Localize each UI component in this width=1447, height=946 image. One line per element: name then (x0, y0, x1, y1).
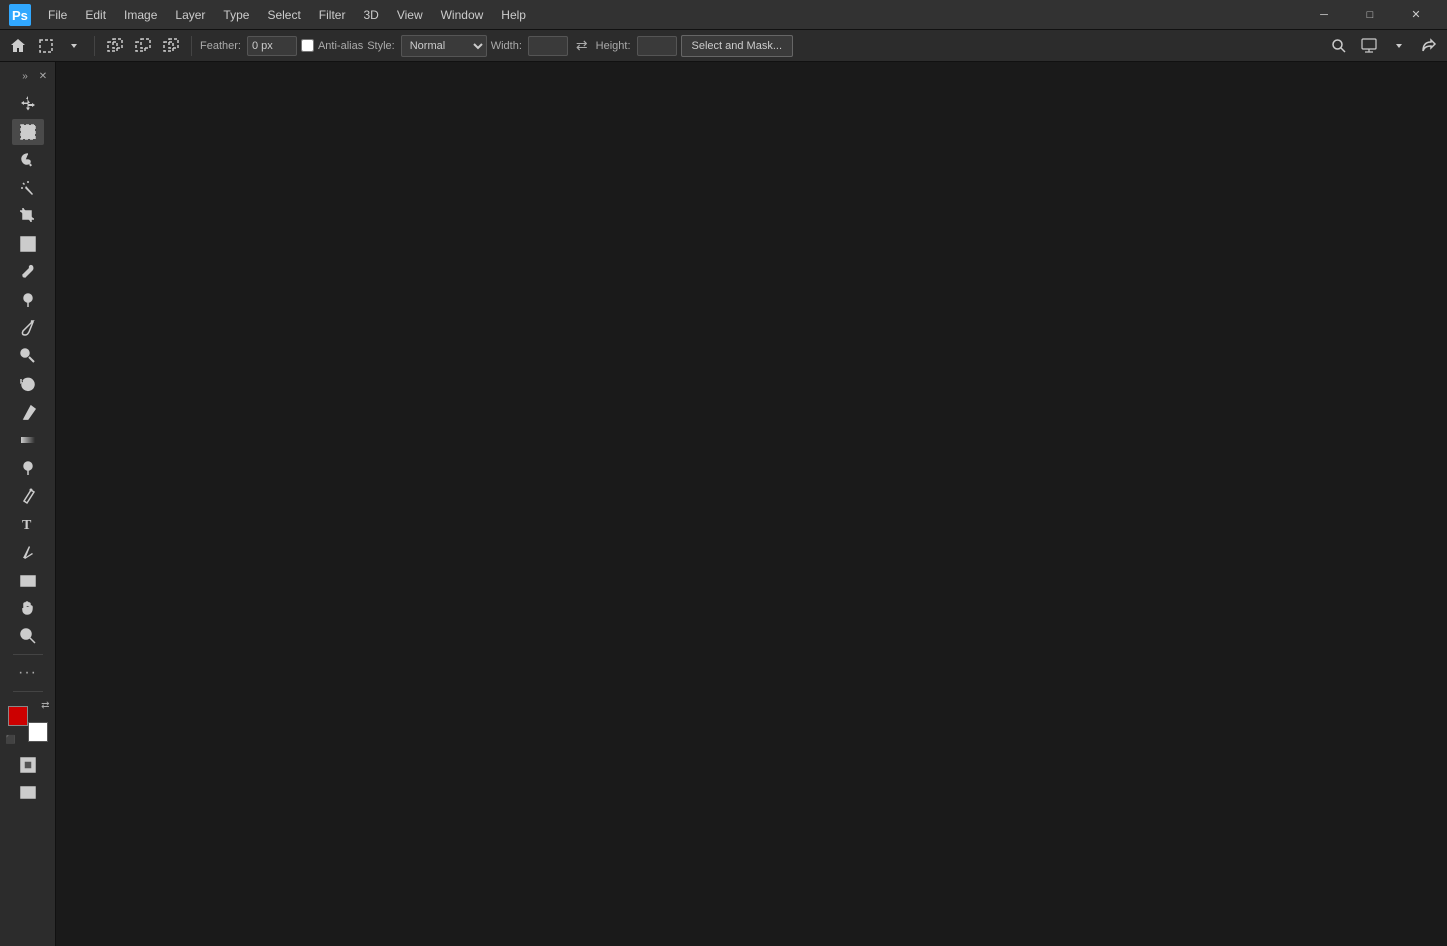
background-color-swatch[interactable] (28, 722, 48, 742)
move-tool[interactable] (12, 91, 44, 117)
workspace-icon[interactable] (1357, 34, 1381, 58)
select-and-mask-button[interactable]: Select and Mask... (681, 35, 794, 57)
minimize-button[interactable]: ─ (1301, 0, 1347, 30)
style-select[interactable]: Normal Fixed Ratio Fixed Size (401, 35, 487, 57)
menu-image[interactable]: Image (116, 6, 165, 24)
selection-dropdown[interactable] (62, 34, 86, 58)
search-icon[interactable] (1327, 34, 1351, 58)
collapse-panel-button[interactable]: » (17, 68, 33, 84)
anti-alias-label: Anti-alias (301, 39, 363, 52)
brush-tool[interactable] (12, 315, 44, 341)
swap-colors-button[interactable]: ⇄ (41, 700, 49, 711)
menu-type[interactable]: Type (215, 6, 257, 24)
lasso-tool[interactable] (12, 147, 44, 173)
tool-separator-2 (13, 691, 43, 692)
menu-select[interactable]: Select (259, 6, 308, 24)
screen-mode-button[interactable] (12, 780, 44, 806)
history-brush-tool[interactable] (12, 371, 44, 397)
workspace-dropdown-icon[interactable] (1387, 34, 1411, 58)
eyedropper-tool[interactable] (12, 259, 44, 285)
menu-bar: File Edit Image Layer Type Select Filter… (40, 6, 1301, 24)
crop-tool[interactable] (12, 203, 44, 229)
subtract-from-selection-button[interactable] (131, 34, 155, 58)
quick-mask-button[interactable] (12, 752, 44, 778)
shape-tool[interactable] (12, 567, 44, 593)
menu-view[interactable]: View (389, 6, 431, 24)
menu-layer[interactable]: Layer (167, 6, 213, 24)
menu-edit[interactable]: Edit (77, 6, 114, 24)
menu-window[interactable]: Window (433, 6, 492, 24)
app-logo: Ps (8, 3, 32, 27)
default-colors-button[interactable]: ⬛ (6, 735, 16, 744)
add-to-selection-button[interactable] (103, 34, 127, 58)
color-swatch-area: ⇄ ⬛ (6, 700, 50, 744)
share-icon[interactable] (1417, 34, 1441, 58)
foreground-color-swatch[interactable] (8, 706, 28, 726)
gradient-tool[interactable] (12, 427, 44, 453)
width-input[interactable] (528, 36, 568, 56)
title-bar: Ps File Edit Image Layer Type Select Fil… (0, 0, 1447, 30)
marquee-tool[interactable] (12, 119, 44, 145)
frame-tool[interactable] (12, 231, 44, 257)
dodge-tool[interactable] (12, 455, 44, 481)
magic-wand-tool[interactable] (12, 175, 44, 201)
options-right (1327, 34, 1441, 58)
zoom-tool[interactable] (12, 623, 44, 649)
pen-tool[interactable] (12, 483, 44, 509)
anti-alias-checkbox[interactable] (301, 39, 314, 52)
canvas-area (56, 62, 1447, 946)
clone-stamp-tool[interactable] (12, 343, 44, 369)
eraser-tool[interactable] (12, 399, 44, 425)
svg-text:Ps: Ps (12, 8, 28, 23)
menu-3d[interactable]: 3D (355, 6, 386, 24)
main-area: » ✕ (0, 62, 1447, 946)
height-input[interactable] (637, 36, 677, 56)
healing-brush-tool[interactable] (12, 287, 44, 313)
tools-header: » ✕ (0, 66, 55, 86)
options-bar: Feather: Anti-alias Style: Normal Fixed … (0, 30, 1447, 62)
style-label: Style: (367, 40, 395, 52)
tools-panel: » ✕ (0, 62, 56, 946)
close-button[interactable]: ✕ (1393, 0, 1439, 30)
text-tool[interactable]: T (12, 511, 44, 537)
menu-file[interactable]: File (40, 6, 75, 24)
svg-text:T: T (22, 518, 32, 533)
intersect-selection-button[interactable] (159, 34, 183, 58)
menu-help[interactable]: Help (493, 6, 534, 24)
hand-tool[interactable] (12, 595, 44, 621)
width-label: Width: (491, 40, 522, 52)
exchange-icon[interactable]: ⇄ (572, 37, 592, 54)
separator-2 (191, 36, 192, 56)
more-tools-button[interactable]: ··· (12, 660, 44, 686)
new-selection-button[interactable] (34, 34, 58, 58)
tool-separator (13, 654, 43, 655)
home-button[interactable] (6, 34, 30, 58)
feather-input[interactable] (247, 36, 297, 56)
close-panel-button[interactable]: ✕ (35, 68, 51, 84)
feather-label: Feather: (200, 40, 241, 52)
menu-filter[interactable]: Filter (311, 6, 354, 24)
window-controls: ─ □ ✕ (1301, 0, 1439, 30)
separator-1 (94, 36, 95, 56)
maximize-button[interactable]: □ (1347, 0, 1393, 30)
path-selection-tool[interactable] (12, 539, 44, 565)
height-label: Height: (596, 40, 631, 52)
